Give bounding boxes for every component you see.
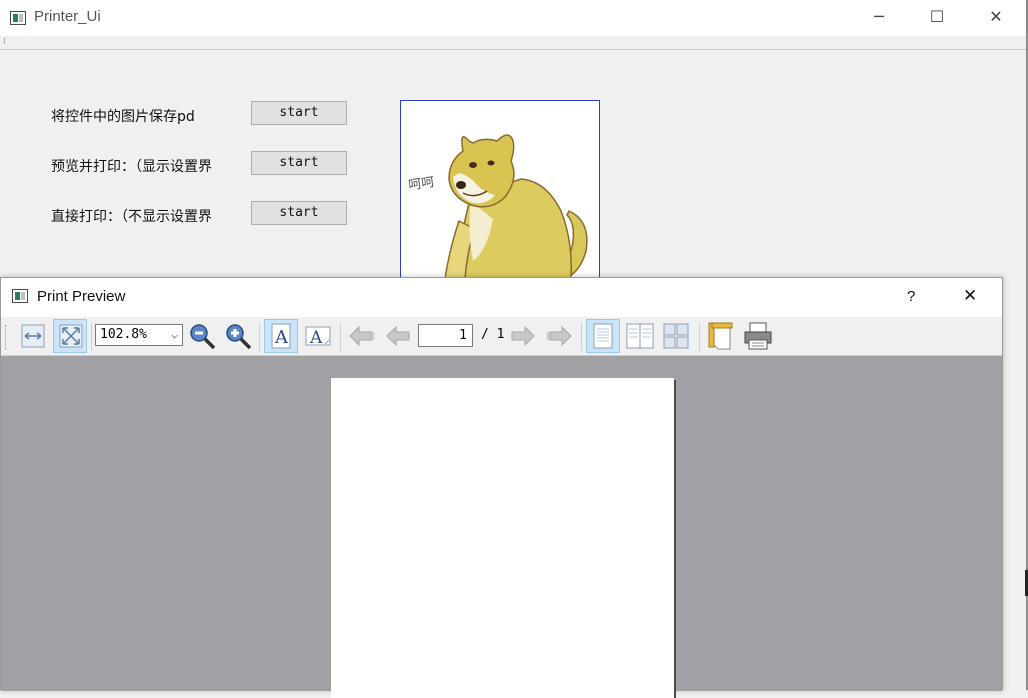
menu-grip-icon[interactable]: ⁞	[3, 36, 6, 48]
facing-pages-icon[interactable]	[623, 319, 657, 353]
zoom-value: 102.8%	[100, 327, 147, 342]
toolbar-separator	[699, 323, 700, 351]
print-preview-toolbar: 102.8% ⌵ A A 1 / 1	[1, 317, 1002, 356]
menu-bar	[0, 36, 1028, 50]
chevron-down-icon: ⌵	[171, 328, 178, 341]
toolbar-separator	[340, 323, 341, 351]
preview-print-start-button[interactable]: start	[251, 151, 347, 175]
toolbar-separator	[259, 323, 260, 351]
app-icon	[10, 11, 26, 25]
fit-page-icon[interactable]	[53, 319, 87, 353]
preview-canvas[interactable]	[1, 356, 1002, 698]
svg-text:A: A	[274, 327, 289, 348]
image-preview-frame: 呵呵	[400, 100, 600, 278]
direct-print-label: 直接打印：（不显示设置界	[51, 209, 212, 225]
first-page-icon[interactable]	[345, 319, 379, 353]
fit-width-icon[interactable]	[16, 319, 50, 353]
close-button[interactable]: ✕	[973, 0, 1019, 36]
page-number-input[interactable]: 1	[418, 324, 473, 347]
last-page-icon[interactable]	[542, 319, 576, 353]
save-pdf-label: 将控件中的图片保存pd	[51, 109, 195, 125]
main-titlebar: Printer_Ui ─ ☐ ✕	[0, 0, 1028, 36]
zoom-in-icon[interactable]	[221, 319, 255, 353]
doge-image: 呵呵	[408, 134, 588, 277]
print-preview-dialog: Print Preview ? ✕ 102.8% ⌵ A A 1 / 1	[0, 277, 1003, 698]
maximize-button[interactable]: ☐	[914, 0, 960, 36]
help-button[interactable]: ?	[907, 288, 915, 305]
toolbar-separator	[581, 323, 582, 351]
print-preview-title: Print Preview	[37, 288, 126, 305]
zoom-out-icon[interactable]	[185, 319, 219, 353]
overview-icon[interactable]	[659, 319, 693, 353]
svg-text:A: A	[309, 328, 323, 348]
page-setup-icon[interactable]	[704, 319, 738, 353]
previous-page-icon[interactable]	[381, 319, 415, 353]
zoom-combo[interactable]: 102.8% ⌵	[95, 324, 183, 346]
preview-page	[331, 378, 674, 698]
dialog-app-icon	[12, 289, 28, 303]
single-page-icon[interactable]	[586, 319, 620, 353]
window-title: Printer_Ui	[34, 8, 101, 25]
image-caption: 呵呵	[408, 175, 436, 193]
print-preview-titlebar: Print Preview ? ✕	[1, 278, 1002, 317]
toolbar-grip[interactable]	[5, 325, 10, 349]
page-total: / 1	[481, 327, 505, 342]
portrait-icon[interactable]: A	[264, 319, 298, 353]
save-pdf-start-button[interactable]: start	[251, 101, 347, 125]
dialog-close-button[interactable]: ✕	[963, 286, 977, 306]
direct-print-start-button[interactable]: start	[251, 201, 347, 225]
minimize-button[interactable]: ─	[856, 0, 902, 36]
preview-print-label: 预览并打印：（显示设置界	[51, 159, 212, 175]
next-page-icon[interactable]	[506, 319, 540, 353]
print-icon[interactable]	[741, 319, 775, 353]
toolbar-separator	[91, 323, 92, 351]
landscape-icon[interactable]: A	[301, 319, 335, 353]
